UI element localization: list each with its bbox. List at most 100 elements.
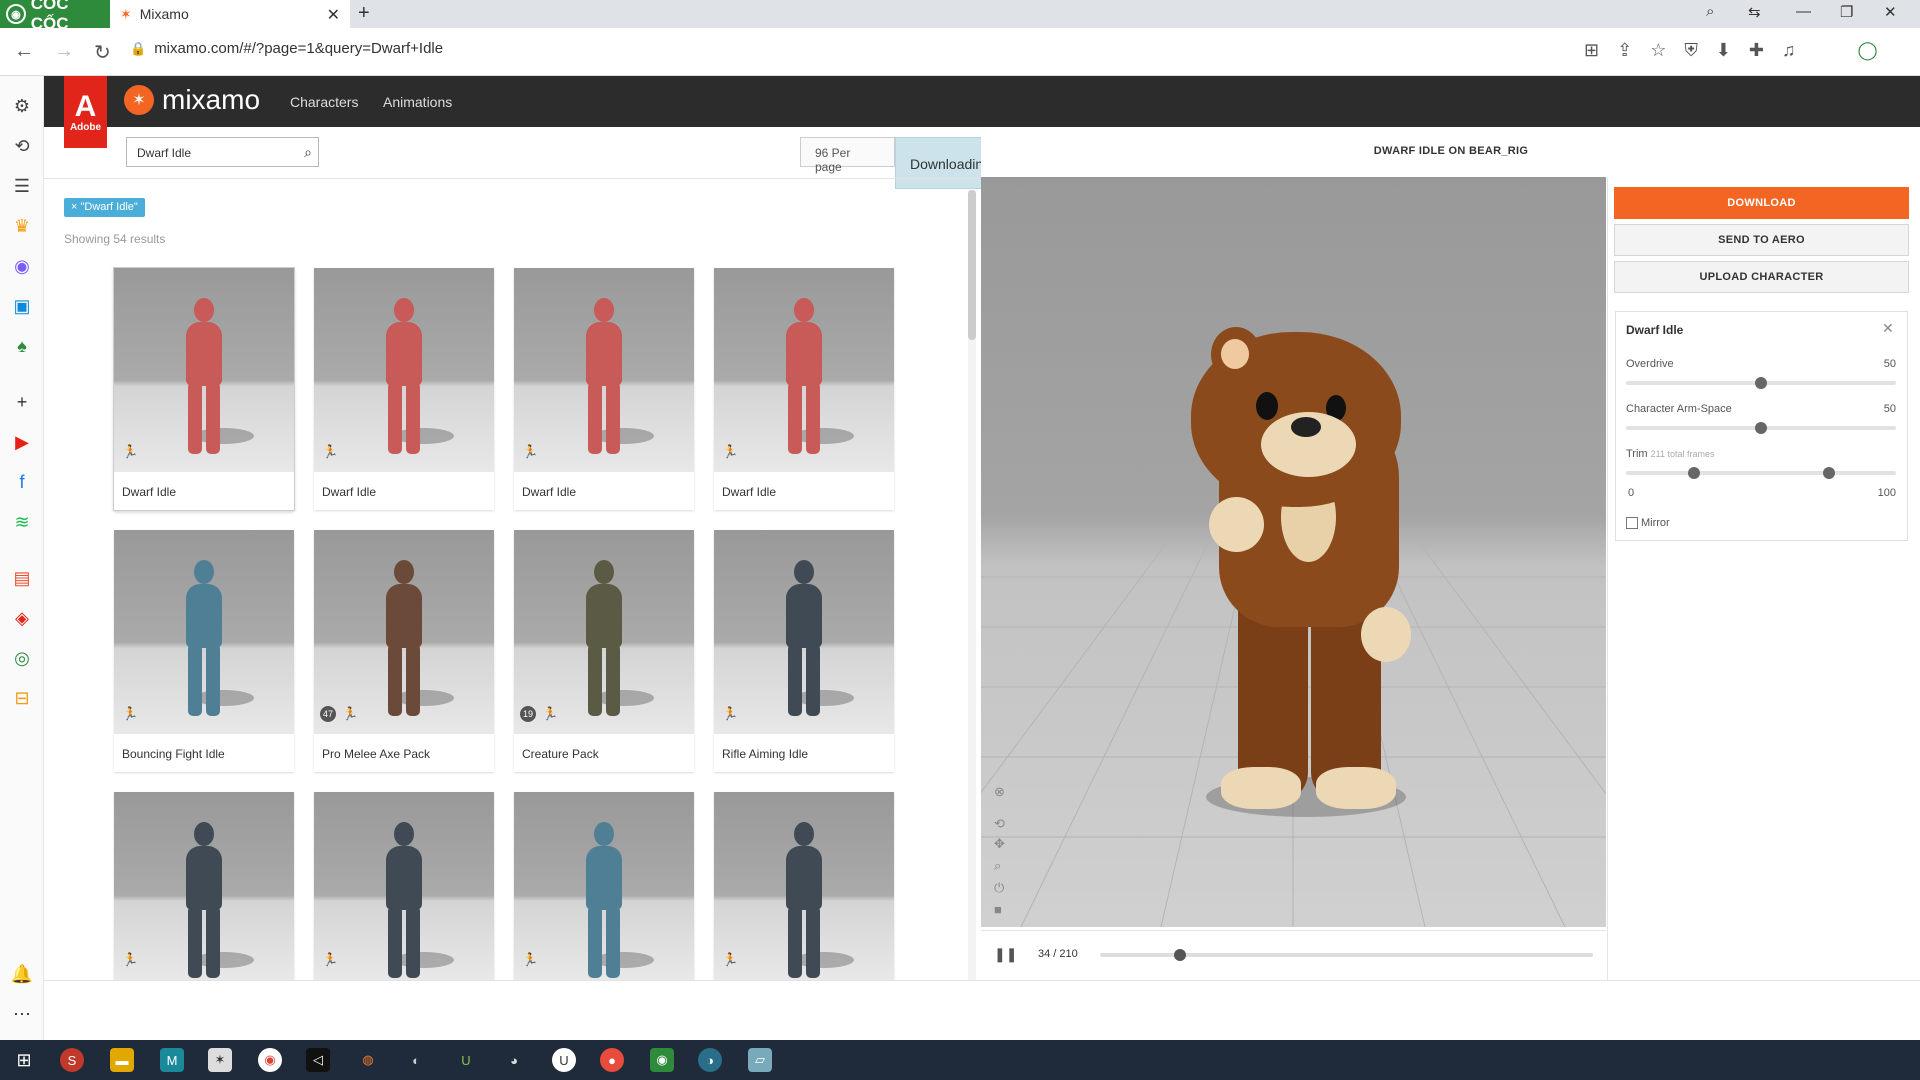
upload-character-button[interactable]: UPLOAD CHARACTER <box>1614 261 1909 293</box>
spotify-icon[interactable]: ≋ <box>10 510 34 534</box>
new-tab-button[interactable]: + <box>358 2 370 25</box>
profile-ring-icon[interactable]: ◯ <box>1858 40 1878 61</box>
url-field[interactable]: 🔒 mixamo.com/#/?page=1&query=Dwarf+Idle <box>130 40 443 57</box>
trim-end-handle[interactable] <box>1822 467 1835 479</box>
browser-tab[interactable]: ✶ Mixamo ✕ <box>110 0 350 28</box>
animation-card[interactable]: 🏃 Dwarf Idle <box>114 268 294 510</box>
filter-tag[interactable]: × "Dwarf Idle" <box>64 198 145 217</box>
animation-card[interactable]: 🏃 <box>314 792 494 980</box>
unreal-icon[interactable]: U <box>552 1048 576 1072</box>
pan-icon[interactable]: ✥ <box>994 836 1005 852</box>
pack-card[interactable]: 47 🏃 Pro Melee Axe Pack <box>314 530 498 777</box>
file-explorer-icon[interactable]: ▬ <box>110 1048 134 1072</box>
unity-icon[interactable]: ◁ <box>306 1048 330 1072</box>
settings-close-icon[interactable]: ✕ <box>1882 320 1894 337</box>
more-dots-icon[interactable]: ⋯ <box>10 1002 34 1026</box>
animation-card[interactable]: 🏃 Bouncing Fight Idle <box>114 530 294 772</box>
rotate-icon[interactable]: ⟲ <box>994 816 1005 832</box>
animation-card[interactable]: 🏃 Dwarf Idle <box>714 268 894 510</box>
chrome-icon[interactable]: ◉ <box>258 1048 282 1072</box>
trim-start-handle[interactable] <box>1687 467 1700 479</box>
playlist-icon[interactable]: ♫ <box>1782 40 1796 61</box>
animation-card[interactable]: 🏃 <box>114 792 294 980</box>
per-page-select[interactable]: 96 Per page <box>800 137 895 174</box>
mirror-checkbox[interactable] <box>1626 517 1638 529</box>
forward-arrow-icon[interactable]: → <box>54 40 74 65</box>
tab-search-icon[interactable]: ⌕ <box>1706 3 1714 20</box>
browser-logo[interactable]: ◉ CỐC CỐC <box>0 0 110 33</box>
window-close-icon[interactable]: ✕ <box>1884 3 1897 21</box>
zoom-icon[interactable]: ⌕ <box>994 858 1001 874</box>
app-helmet-icon[interactable]: ◐ <box>404 1048 428 1072</box>
reset-view-icon[interactable]: ⊗ <box>994 784 1005 800</box>
history-icon[interactable]: ⟲ <box>10 134 34 158</box>
animation-card[interactable]: 🏃 Dwarf Idle <box>514 268 694 510</box>
translate-icon[interactable]: ⊞ <box>1584 40 1599 61</box>
youtube-icon[interactable]: ▶ <box>10 430 34 454</box>
gamepad-icon[interactable]: ♠ <box>10 334 34 358</box>
coccoc-taskbar-icon[interactable]: ◉ <box>650 1048 674 1072</box>
camera-icon[interactable]: ■ <box>994 902 1002 917</box>
mixamo-brand[interactable]: ✶ mixamo <box>124 84 260 116</box>
animation-card[interactable]: 🏃 <box>714 792 894 980</box>
puzzle-extension-icon[interactable]: ✚ <box>1749 40 1764 61</box>
github-icon[interactable]: ◕ <box>502 1048 526 1072</box>
download-button[interactable]: DOWNLOAD <box>1614 187 1909 219</box>
timeline-slider[interactable] <box>1100 949 1593 961</box>
reading-list-icon[interactable]: ☰ <box>10 174 34 198</box>
chat-app-icon[interactable]: ● <box>600 1048 624 1072</box>
minimize-icon[interactable]: — <box>1796 3 1811 20</box>
windows-start-icon[interactable]: ⊞ <box>12 1048 36 1072</box>
bookmark-star-icon[interactable]: ☆ <box>1650 40 1666 61</box>
overdrive-handle[interactable] <box>1755 377 1767 389</box>
upwork-icon[interactable]: U <box>454 1048 478 1072</box>
trim-slider[interactable] <box>1626 467 1896 479</box>
back-forward-cache-icon[interactable]: ⇆ <box>1748 3 1761 21</box>
power-icon[interactable]: ⏻ <box>994 880 1004 896</box>
3d-viewport[interactable] <box>981 177 1606 927</box>
shopee-icon[interactable]: ▤ <box>10 566 34 590</box>
animation-card[interactable]: 🏃 Rifle Aiming Idle <box>714 530 894 772</box>
add-sidebar-app-icon[interactable]: + <box>10 390 34 414</box>
map-pin-icon[interactable]: ◎ <box>10 646 34 670</box>
nav-characters[interactable]: Characters <box>290 94 358 110</box>
blender-icon[interactable]: ◍ <box>356 1048 380 1072</box>
app-m-icon[interactable]: M <box>160 1048 184 1072</box>
armspace-handle[interactable] <box>1755 422 1767 434</box>
news-icon[interactable]: ◈ <box>10 606 34 630</box>
animation-card[interactable]: 🏃 Dwarf Idle <box>314 268 494 510</box>
adobe-logo[interactable]: A Adobe <box>64 76 107 148</box>
shield-extension-icon[interactable]: ⛨ <box>1684 40 1698 61</box>
restore-icon[interactable]: ❐ <box>1840 3 1853 21</box>
notification-bell-icon[interactable]: 🔔 <box>10 962 34 986</box>
pack-card[interactable]: 19 🏃 Creature Pack <box>514 530 698 777</box>
pause-icon[interactable]: ❚❚ <box>994 946 1017 963</box>
animation-card[interactable]: 🏃 <box>514 792 694 980</box>
messenger-icon[interactable]: ◉ <box>10 254 34 278</box>
facebook-icon[interactable]: f <box>10 470 34 494</box>
crown-icon[interactable]: ♛ <box>10 214 34 238</box>
timeline-handle[interactable] <box>1173 949 1186 961</box>
reload-icon[interactable]: ↻ <box>94 40 111 65</box>
webstorm-icon[interactable]: ◑ <box>698 1048 722 1072</box>
search-icon[interactable]: ⌕ <box>304 144 312 161</box>
scrollbar-thumb[interactable] <box>968 190 976 340</box>
search-input[interactable]: Dwarf Idle ⌕ <box>126 137 319 167</box>
mirror-row[interactable]: Mirror <box>1626 517 1670 529</box>
send-to-aero-button[interactable]: SEND TO AERO <box>1614 224 1909 256</box>
download-icon[interactable]: ⬇ <box>1716 40 1731 61</box>
overdrive-slider[interactable] <box>1626 377 1896 389</box>
cart-icon[interactable]: ⊟ <box>10 686 34 710</box>
share-icon[interactable]: ⇪ <box>1617 40 1632 61</box>
nav-animations[interactable]: Animations <box>383 94 452 110</box>
character-figure <box>376 822 432 980</box>
zalo-icon[interactable]: ▣ <box>10 294 34 318</box>
armspace-slider[interactable] <box>1626 422 1896 434</box>
tab-close-icon[interactable]: ✕ <box>327 5 340 25</box>
mixamo-app-icon[interactable]: ✶ <box>208 1048 232 1072</box>
antivirus-icon[interactable]: S <box>60 1048 84 1072</box>
character-figure <box>776 822 832 980</box>
back-arrow-icon[interactable]: ← <box>14 40 34 65</box>
settings-gear-icon[interactable]: ⚙ <box>10 94 34 118</box>
notepad-icon[interactable]: ▱ <box>748 1048 772 1072</box>
